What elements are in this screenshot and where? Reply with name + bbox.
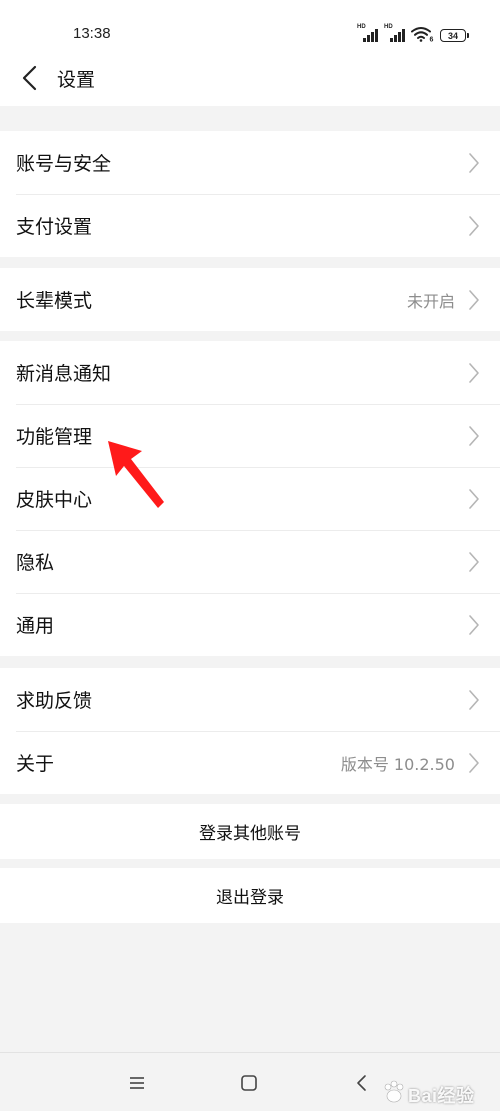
settings-item-elder-mode[interactable]: 长辈模式 未开启 [0,268,500,331]
settings-group-general: 新消息通知 功能管理 皮肤中心 隐私 通用 [0,341,500,656]
settings-item-label: 长辈模式 [16,290,93,312]
chevron-right-icon [469,152,479,173]
logout-button[interactable]: 退出登录 [0,868,500,923]
settings-item-label: 关于 [16,753,55,775]
settings-item-label: 新消息通知 [16,363,112,385]
settings-item-privacy[interactable]: 隐私 [0,530,500,593]
chevron-right-icon [469,215,479,236]
settings-item-about[interactable]: 关于 版本号 10.2.50 [0,731,500,794]
settings-item-feature-management[interactable]: 功能管理 [0,404,500,467]
login-other-account-button[interactable]: 登录其他账号 [0,804,500,859]
menu-icon[interactable] [127,1073,147,1093]
settings-item-account-security[interactable]: 账号与安全 [0,131,500,194]
settings-group-help: 求助反馈 关于 版本号 10.2.50 [0,668,500,794]
cell-signal-icon: HD [357,24,379,42]
settings-item-label: 通用 [16,615,55,637]
settings-group-account: 账号与安全 支付设置 [0,131,500,257]
settings-item-label: 功能管理 [16,426,93,448]
settings-item-feedback[interactable]: 求助反馈 [0,668,500,731]
paw-logo-icon [384,1080,404,1103]
chevron-right-icon [469,551,479,572]
back-triangle-icon[interactable] [352,1073,372,1093]
chevron-right-icon [469,614,479,635]
chevron-left-icon[interactable] [18,64,42,92]
page-title: 设置 [57,69,96,91]
cell-signal-icon-2: HD [384,24,406,42]
home-icon[interactable] [239,1073,259,1093]
status-icons: HD HD 6 34 [357,24,469,43]
settings-item-payment[interactable]: 支付设置 [0,194,500,257]
settings-item-label: 支付设置 [16,216,93,238]
status-bar: 13:38 HD HD 6 34 [0,0,500,52]
watermark: Bai经验 [378,1077,496,1109]
red-arrow-annotation [108,441,164,508]
settings-item-skin-center[interactable]: 皮肤中心 [0,467,500,530]
page-header: 设置 [0,52,500,106]
settings-item-label: 皮肤中心 [16,489,93,511]
wifi-icon: 6 [411,27,434,43]
settings-item-notifications[interactable]: 新消息通知 [0,341,500,404]
settings-item-label: 求助反馈 [16,690,93,712]
chevron-right-icon [469,488,479,509]
watermark-text: Bai经验 [408,1086,475,1106]
settings-item-general[interactable]: 通用 [0,593,500,656]
status-time: 13:38 [73,25,111,42]
chevron-right-icon [469,362,479,383]
chevron-right-icon [469,425,479,446]
settings-item-label: 隐私 [16,552,55,574]
chevron-right-icon [469,752,479,773]
settings-group-elder: 长辈模式 未开启 [0,268,500,331]
wifi-label: 6 [430,37,434,43]
settings-item-value: 未开启 [406,291,455,311]
chevron-right-icon [469,689,479,710]
settings-item-value: 版本号 10.2.50 [340,754,455,774]
chevron-right-icon [469,289,479,310]
battery-level: 34 [447,30,458,41]
settings-item-label: 账号与安全 [16,153,112,175]
battery-icon: 34 [440,29,469,42]
